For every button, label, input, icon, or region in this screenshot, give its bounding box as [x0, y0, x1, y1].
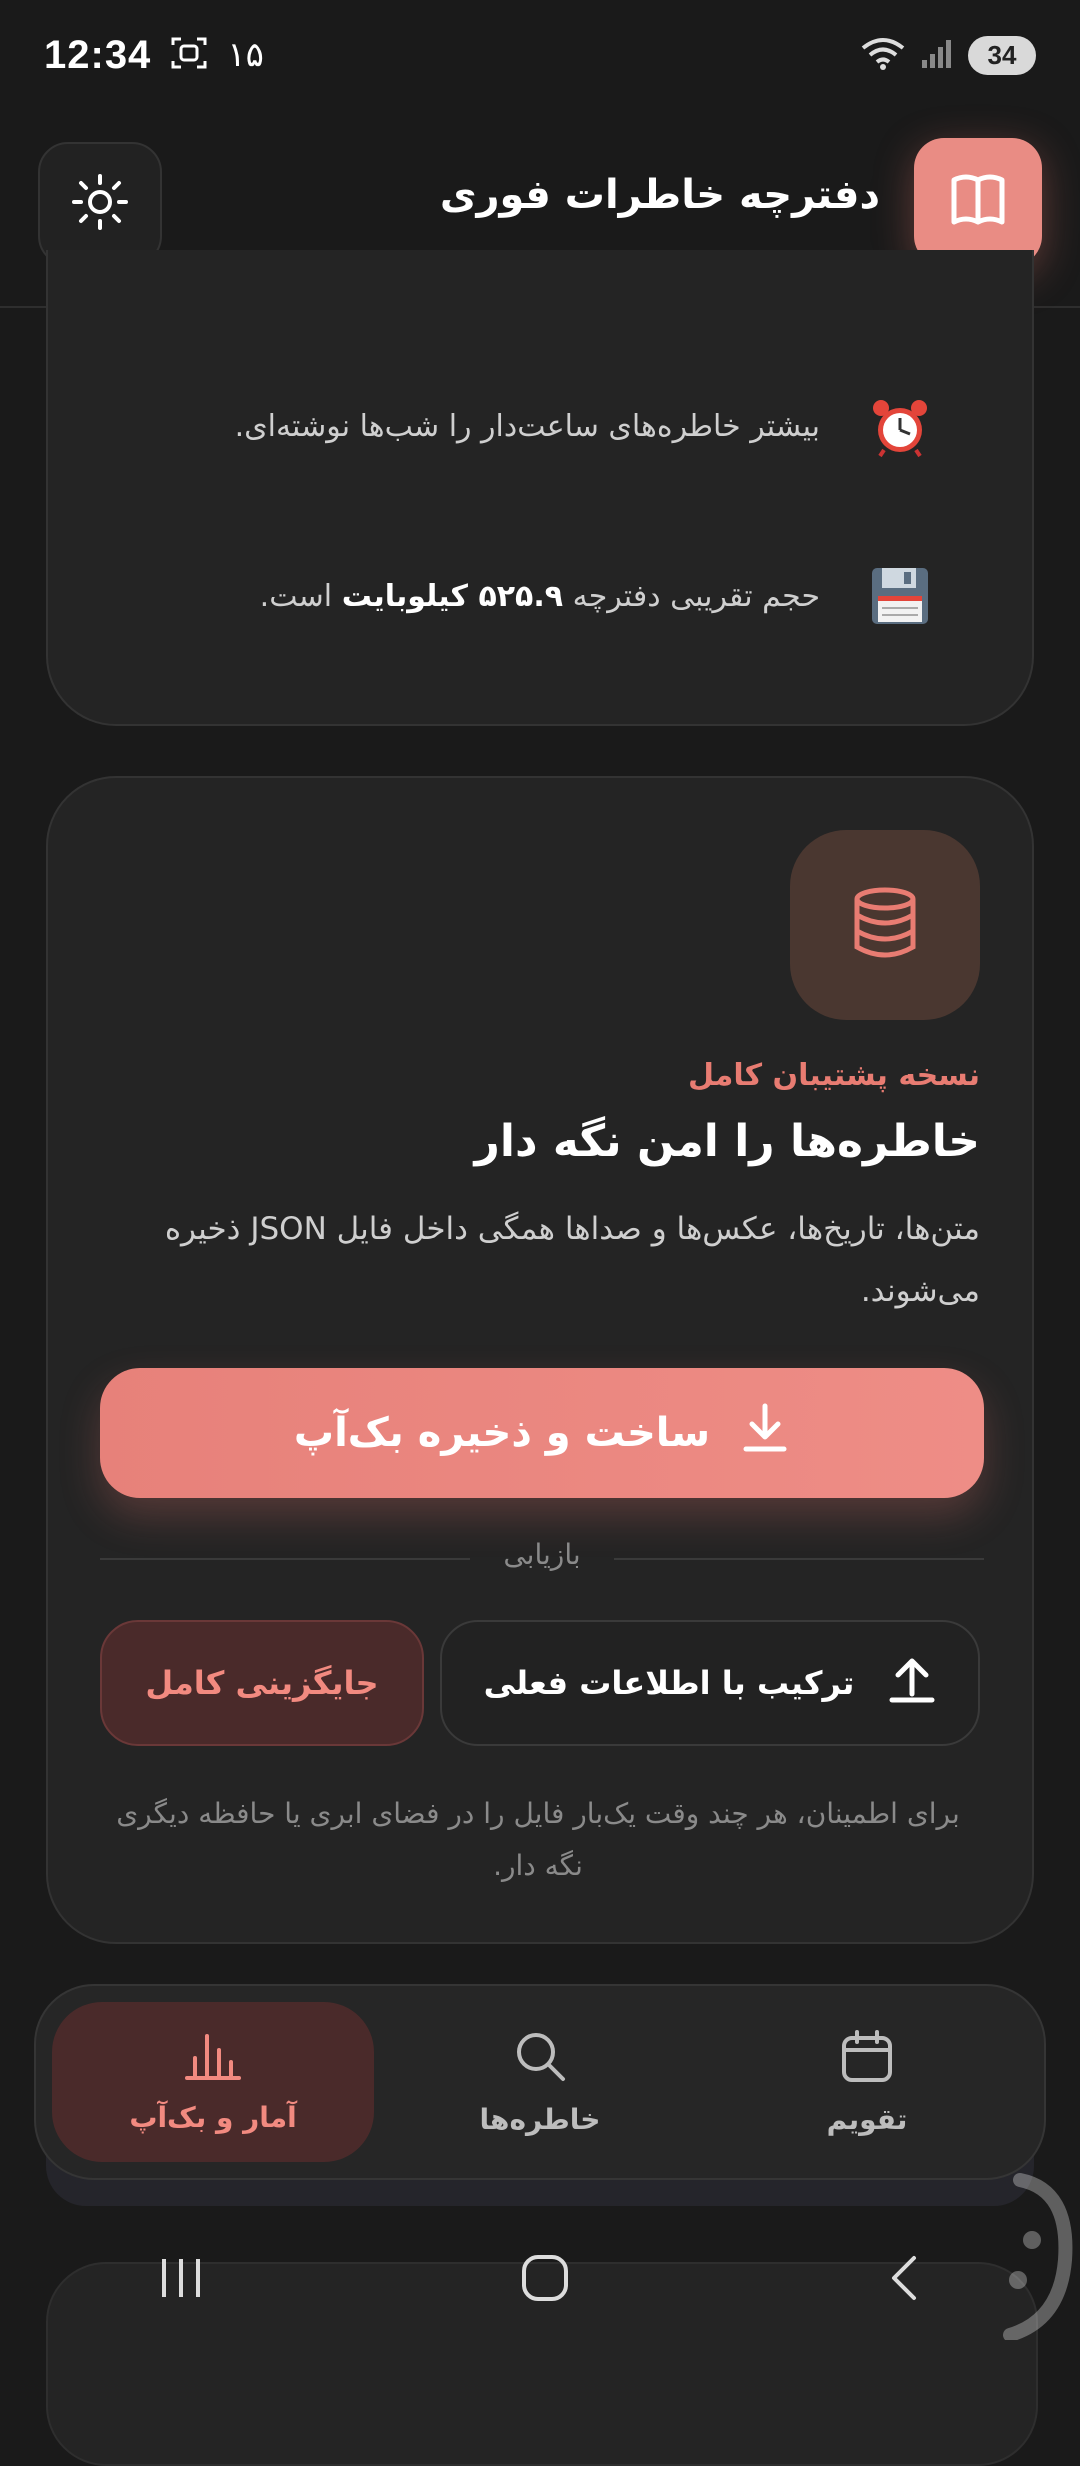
backup-card: نسخه پشتیبان کامل خاطره‌ها را امن نگه دا… [46, 776, 1034, 1944]
nav-item-calendar[interactable]: تقویم [706, 2002, 1028, 2162]
signal-icon [920, 36, 954, 75]
replace-restore-label: جایگزینی کامل [145, 1664, 379, 1702]
status-time: 12:34 [44, 32, 152, 77]
size-prefix: حجم تقریبی دفترچه [572, 578, 820, 614]
stat-text-night-writing: بیشتر خاطره‌های ساعت‌دار را شب‌ها نوشته‌… [234, 408, 820, 444]
restore-label: بازیابی [503, 1538, 581, 1571]
merge-restore-label: ترکیب با اطلاعات فعلی [483, 1664, 855, 1702]
create-backup-button[interactable]: ساخت و ذخیره بک‌آپ [100, 1368, 984, 1498]
theme-toggle-button[interactable] [38, 142, 162, 266]
store-watermark-logo [970, 2170, 1080, 2342]
stat-row-night-writing: بیشتر خاطره‌های ساعت‌دار را شب‌ها نوشته‌… [235, 394, 932, 458]
app-logo [914, 138, 1042, 266]
divider-line-left [100, 1558, 470, 1560]
merge-restore-button[interactable]: ترکیب با اطلاعات فعلی [440, 1620, 980, 1746]
backup-icon-tile [790, 830, 980, 1020]
stat-row-size: حجم تقریبی دفترچه ۵۲۵.۹ کیلوبایت است. [260, 564, 932, 628]
screenshot-icon [169, 35, 209, 76]
restore-divider: بازیابی [100, 1538, 984, 1578]
create-backup-label: ساخت و ذخیره بک‌آپ [293, 1410, 711, 1456]
replace-restore-button[interactable]: جایگزینی کامل [100, 1620, 424, 1746]
bar-chart-icon [183, 2030, 243, 2089]
search-icon [512, 2028, 568, 2091]
database-icon [847, 885, 923, 965]
home-icon[interactable] [519, 2252, 571, 2308]
bottom-navigation: تقویم خاطره‌ها آمار و بک‌آپ [34, 1984, 1046, 2180]
battery-indicator: 34 [968, 35, 1036, 75]
backup-title: خاطره‌ها را امن نگه دار [474, 1116, 980, 1167]
stat-text-size: حجم تقریبی دفترچه ۵۲۵.۹ کیلوبایت است. [260, 579, 820, 614]
status-right: 34 [860, 35, 1036, 75]
nav-label-calendar: تقویم [826, 2103, 908, 2136]
alarm-clock-icon [868, 394, 932, 458]
book-icon [946, 168, 1010, 236]
floppy-disk-icon [868, 564, 932, 628]
size-suffix: است. [259, 578, 333, 614]
upload-icon [888, 1654, 936, 1712]
wifi-icon [860, 36, 906, 75]
stats-card: بیشتر خاطره‌های ساعت‌دار را شب‌ها نوشته‌… [46, 250, 1034, 726]
backup-eyebrow: نسخه پشتیبان کامل [688, 1058, 980, 1093]
notification-count: ۱۵ [227, 36, 264, 74]
back-icon[interactable] [884, 2252, 924, 2308]
system-navigation [0, 2220, 1080, 2340]
nav-label-stats-backup: آمار و بک‌آپ [129, 2101, 297, 2134]
nav-item-memories[interactable]: خاطره‌ها [379, 2002, 701, 2162]
app-title: دفترچه خاطرات فوری [439, 172, 880, 218]
backup-note: برای اطمینان، هر چند وقت یک‌بار فایل را … [116, 1797, 960, 1882]
status-left: 12:34 ۱۵ [44, 33, 264, 78]
download-icon [740, 1402, 790, 1464]
size-value: ۵۲۵.۹ کیلوبایت [341, 578, 564, 614]
recents-icon[interactable] [156, 2253, 206, 2307]
nav-label-memories: خاطره‌ها [479, 2103, 601, 2136]
sun-icon [71, 173, 129, 235]
backup-description: متن‌ها، تاریخ‌ها، عکس‌ها و صداها همگی دا… [164, 1211, 980, 1309]
nav-item-stats-backup[interactable]: آمار و بک‌آپ [52, 2002, 374, 2162]
status-bar: 12:34 ۱۵ 34 [0, 0, 1080, 110]
calendar-icon [839, 2028, 895, 2091]
